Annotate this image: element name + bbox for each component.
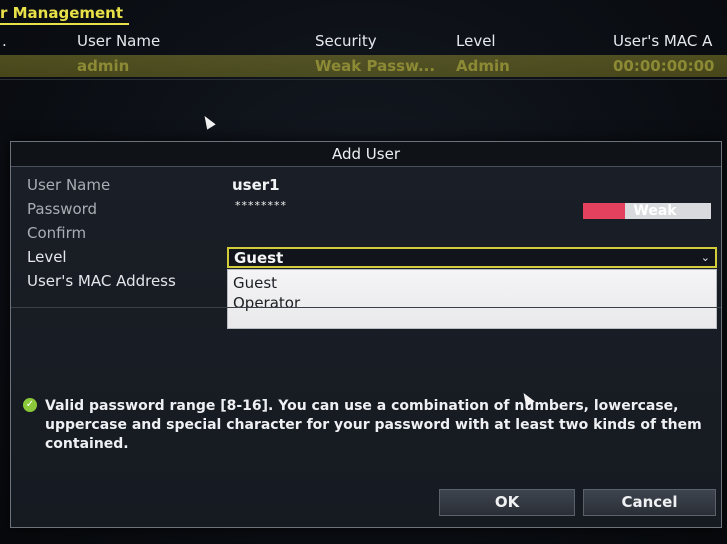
confirm-label: Confirm [27,224,87,242]
password-strength-meter: Weak [583,203,711,219]
dialog-divider [11,307,721,308]
dropdown-option-operator[interactable]: Operator [233,294,300,312]
row-mac: 00:00:00:00 [613,57,715,75]
level-label: Level [27,248,67,266]
column-mac[interactable]: User's MAC A [613,32,712,50]
mac-address-label: User's MAC Address [27,272,176,290]
divider [0,79,727,80]
chevron-down-icon[interactable]: ⌄ [701,249,710,267]
column-user-name[interactable]: User Name [77,32,160,50]
password-field[interactable]: ******** [235,199,287,212]
column-level[interactable]: Level [456,32,496,50]
table-row[interactable]: admin Weak Passw... Admin 00:00:00:00 [0,57,727,77]
level-selected-value: Guest [234,249,284,267]
user-name-field[interactable]: user1 [232,176,280,194]
user-table-header: . User Name Security Level User's MAC A [0,32,727,54]
column-index: . [2,32,7,50]
level-dropdown-list: Guest Operator [227,269,717,329]
section-title: r Management [0,3,130,25]
screen: r Management . User Name Security Level … [0,0,727,544]
password-hint-text: Valid password range [8-16]. You can use… [45,398,702,452]
dialog-title: Add User [11,142,721,167]
row-level: Admin [456,57,510,75]
check-circle-icon: ✓ [23,398,37,412]
strength-label: Weak [633,203,677,219]
column-security[interactable]: Security [315,32,377,50]
add-user-dialog: Add User User Name user1 Password ******… [10,141,722,528]
mouse-cursor-icon [200,113,216,130]
level-select[interactable]: Guest ⌄ [227,247,717,268]
ok-button[interactable]: OK [439,489,575,516]
row-user-name: admin [77,57,130,75]
strength-fill [583,203,626,219]
row-security: Weak Passw... [315,57,436,75]
dropdown-option-guest[interactable]: Guest [233,274,277,292]
password-label: Password [27,200,98,218]
user-name-label: User Name [27,176,111,194]
cancel-button[interactable]: Cancel [583,489,716,516]
